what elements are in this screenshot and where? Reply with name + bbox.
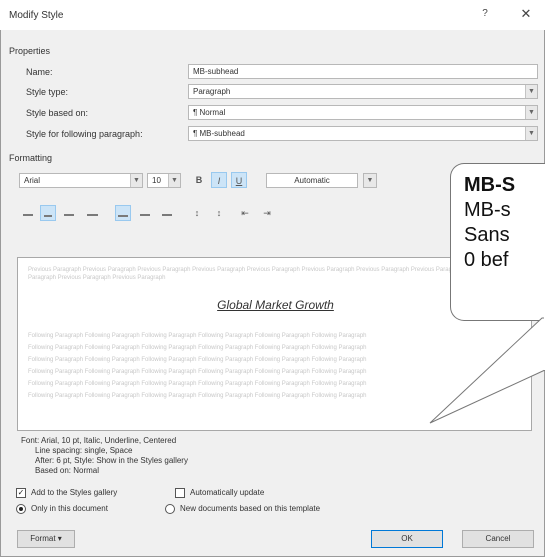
font-size-dropdown[interactable]: 10 ▼ — [147, 173, 181, 188]
underline-button[interactable]: U — [231, 172, 247, 188]
font-color-value: Automatic — [294, 176, 330, 185]
add-to-gallery-checkbox[interactable]: ✓ — [16, 488, 26, 498]
font-size-value: 10 — [152, 176, 161, 185]
callout-line: MB-s — [464, 199, 511, 221]
style-based-on-dropdown[interactable]: ¶ Normal ▼ — [188, 105, 538, 120]
description-line: Font: Arial, 10 pt, Italic, Underline, C… — [21, 436, 177, 445]
increase-indent-icon[interactable]: ⇥ — [259, 205, 275, 221]
chevron-down-icon: ▼ — [364, 174, 376, 187]
only-this-document-radio[interactable] — [16, 504, 26, 514]
decrease-paragraph-spacing-icon[interactable]: ↕ — [211, 205, 227, 221]
chevron-down-icon: ▼ — [525, 106, 537, 119]
help-button[interactable]: ? — [478, 8, 492, 22]
formatting-section-label: Formatting — [9, 153, 53, 163]
double-spacing-icon[interactable] — [159, 205, 175, 221]
following-style-label: Style for following paragraph: — [26, 129, 143, 139]
style-based-on-label: Style based on: — [26, 108, 89, 118]
bold-button[interactable]: B — [191, 172, 207, 188]
only-this-document-label: Only in this document — [31, 504, 108, 513]
single-spacing-icon[interactable] — [115, 205, 131, 221]
font-color-dropdown[interactable]: Automatic — [266, 173, 358, 188]
chevron-down-icon: ▼ — [525, 85, 537, 98]
italic-button[interactable]: I — [211, 172, 227, 188]
title-bar — [0, 0, 545, 30]
following-style-value: ¶ MB-subhead — [193, 129, 245, 138]
align-left-icon[interactable] — [20, 205, 36, 221]
new-documents-label: New documents based on this template — [180, 504, 321, 513]
callout-line: 0 bef — [464, 249, 509, 271]
style-type-value: Paragraph — [193, 87, 231, 96]
one-half-spacing-icon[interactable] — [137, 205, 153, 221]
font-color-arrow[interactable]: ▼ — [363, 173, 377, 188]
new-documents-radio[interactable] — [165, 504, 175, 514]
description-line: After: 6 pt, Style: Show in the Styles g… — [35, 456, 188, 465]
style-description: Font: Arial, 10 pt, Italic, Underline, C… — [21, 436, 188, 476]
name-label: Name: — [26, 67, 53, 77]
chevron-down-icon: ▼ — [130, 174, 142, 187]
callout-pointer — [429, 316, 545, 424]
style-type-label: Style type: — [26, 87, 69, 97]
align-center-icon[interactable] — [40, 205, 56, 221]
name-value: MB-subhead — [193, 67, 239, 76]
auto-update-checkbox[interactable] — [175, 488, 185, 498]
description-line: Based on: Normal — [35, 466, 100, 475]
decrease-indent-icon[interactable]: ⇤ — [237, 205, 253, 221]
font-dropdown[interactable]: Arial ▼ — [19, 173, 143, 188]
increase-paragraph-spacing-icon[interactable]: ↕ — [189, 205, 205, 221]
cancel-button[interactable]: Cancel — [462, 530, 534, 548]
add-to-gallery-label: Add to the Styles gallery — [31, 488, 118, 497]
justify-icon[interactable] — [84, 205, 100, 221]
ok-button[interactable]: OK — [371, 530, 443, 548]
properties-section-label: Properties — [9, 46, 51, 56]
font-value: Arial — [24, 176, 41, 185]
style-type-dropdown[interactable]: Paragraph ▼ — [188, 84, 538, 99]
callout-line: Sans — [464, 224, 510, 246]
callout-title: MB-S — [464, 174, 516, 196]
name-field[interactable]: MB-subhead — [188, 64, 538, 79]
chevron-down-icon: ▼ — [168, 174, 180, 187]
previous-paragraph-text: Previous Paragraph Previous Paragraph Pr… — [28, 267, 489, 281]
style-based-on-value: ¶ Normal — [193, 108, 226, 117]
chevron-down-icon: ▼ — [525, 127, 537, 140]
description-line: Line spacing: single, Space — [35, 446, 133, 455]
align-right-icon[interactable] — [61, 205, 77, 221]
following-style-dropdown[interactable]: ¶ MB-subhead ▼ — [188, 126, 538, 141]
format-button[interactable]: Format ▾ — [17, 530, 75, 548]
dialog-title: Modify Style — [9, 10, 64, 21]
auto-update-label: Automatically update — [190, 488, 265, 497]
callout-text: MB-S MB-s Sans 0 bef — [464, 173, 515, 273]
close-icon[interactable]: ✕ — [518, 6, 534, 22]
